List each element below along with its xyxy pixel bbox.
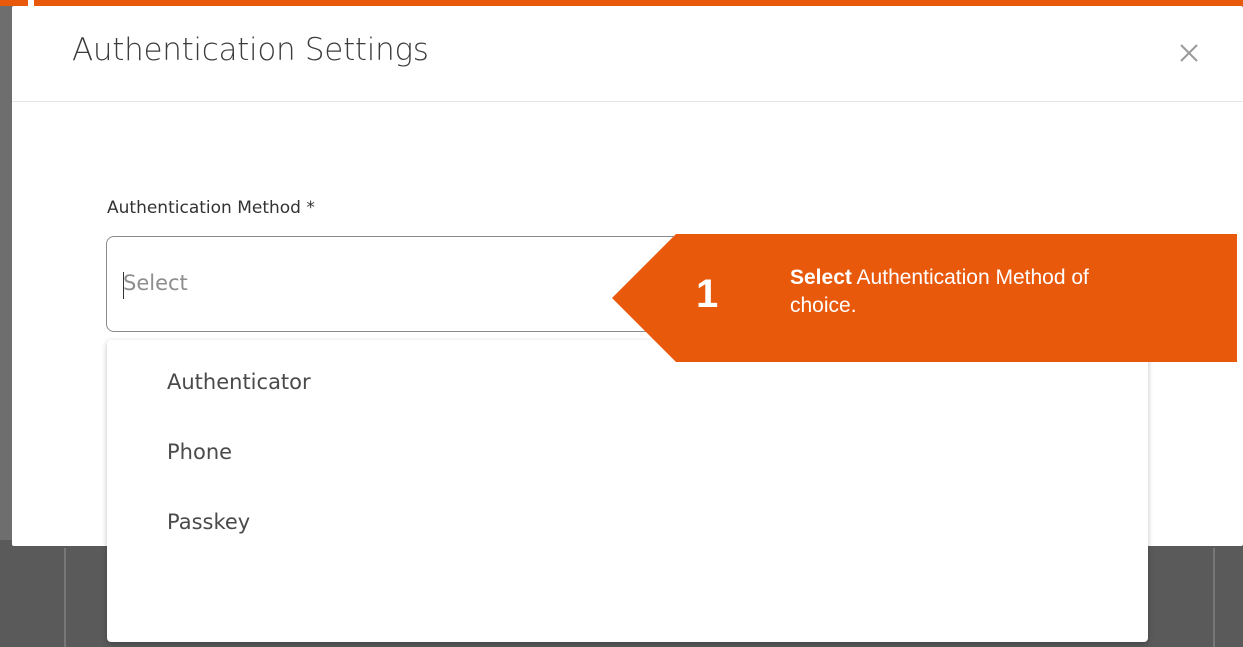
authentication-method-label: Authentication Method * — [107, 198, 315, 218]
callout-text: Select Authentication Method of choice. — [790, 264, 1150, 320]
authentication-method-dropdown: Authenticator Phone Passkey — [107, 340, 1148, 642]
callout-arrow — [612, 234, 772, 362]
option-phone[interactable]: Phone — [167, 440, 232, 464]
background-divider — [64, 548, 66, 647]
option-authenticator[interactable]: Authenticator — [167, 370, 311, 394]
modal-title: Authentication Settings — [72, 32, 429, 68]
close-button[interactable] — [1172, 36, 1206, 70]
callout-step-number: 1 — [696, 272, 719, 316]
option-passkey[interactable]: Passkey — [167, 510, 250, 534]
select-placeholder: Select — [123, 271, 188, 295]
modal-header: Authentication Settings — [12, 6, 1243, 102]
callout-action-word: Select — [790, 266, 852, 289]
close-icon[interactable] — [1172, 36, 1206, 70]
background-divider — [1213, 548, 1215, 647]
